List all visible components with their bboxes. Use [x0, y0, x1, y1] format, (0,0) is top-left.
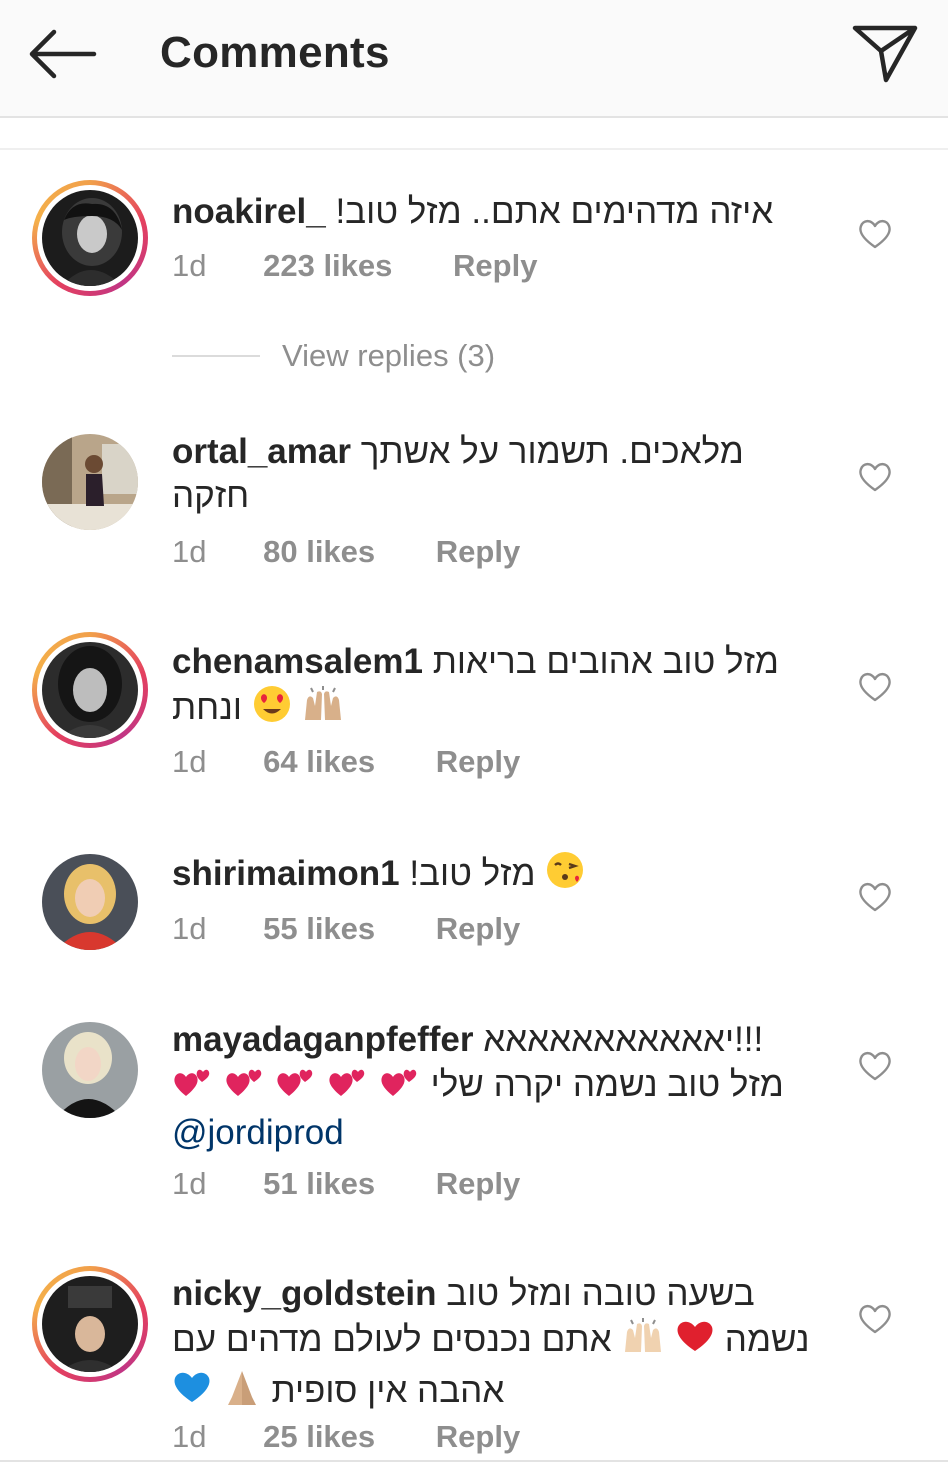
mention-link[interactable]: @jordiprod [172, 1113, 344, 1152]
comment-meta: 1d 51 likes Reply [172, 1166, 520, 1202]
comment-username[interactable]: mayadaganpfeffer [172, 1020, 473, 1059]
comment-time: 1d [172, 1166, 207, 1201]
blue-heart-emoji [172, 1369, 212, 1416]
bottom-divider [0, 1460, 948, 1462]
avatar[interactable] [32, 424, 148, 540]
back-button[interactable] [28, 22, 98, 86]
comment-body: mayadaganpfeffer יאאאאאאאאאאא!!! מזל טוב… [172, 1018, 822, 1155]
comment-body: shirimaimon1 מזל טוב! [172, 850, 822, 901]
comment-body: ortal_amar מלאכים. תשמור על אשתך חזקה [172, 430, 822, 518]
comment-time: 1d [172, 1419, 207, 1454]
comment-username[interactable]: noakirel_ [172, 192, 326, 231]
comment-text: נשמה [724, 1319, 810, 1359]
comment-text: איזה מדהימים אתם.. מזל טוב! [335, 192, 774, 231]
reply-button[interactable]: Reply [436, 744, 520, 780]
heart-icon[interactable] [858, 671, 892, 703]
avatar-image [42, 1022, 138, 1118]
comment-likes[interactable]: 80 likes [263, 534, 375, 570]
two-hearts-emoji [379, 1062, 421, 1111]
comment-text: מזל טוב נשמה יקרה שלי [430, 1064, 784, 1104]
paper-plane-icon [852, 25, 918, 83]
header-divider [0, 148, 948, 150]
kissing-heart-emoji [545, 850, 587, 901]
red-heart-emoji [675, 1318, 715, 1365]
comment-text: מזל טוב! [409, 853, 536, 893]
comment-text: בשעה טובה ומזל טוב [446, 1274, 755, 1313]
avatar-image [42, 642, 138, 738]
heart-icon[interactable] [858, 881, 892, 913]
view-replies-label[interactable]: View replies (3) [282, 338, 495, 374]
avatar[interactable] [32, 844, 148, 960]
comment-likes[interactable]: 51 likes [263, 1166, 375, 1202]
avatar-image [42, 1276, 138, 1372]
comment-text: יאאאאאאאאאאא!!! [483, 1020, 764, 1059]
share-button[interactable] [850, 20, 920, 86]
comment-body: noakirel_ איזה מדהימים אתם.. מזל טוב! [172, 190, 822, 234]
divider [172, 355, 260, 357]
reply-button[interactable]: Reply [436, 1166, 520, 1202]
comment-time: 1d [172, 534, 207, 569]
raising-hands-emoji [301, 684, 345, 735]
raising-hands-emoji [621, 1316, 665, 1367]
heart-icon[interactable] [858, 1050, 892, 1082]
comment-username[interactable]: chenamsalem1 [172, 642, 423, 681]
avatar-image [42, 434, 138, 530]
avatar[interactable] [32, 632, 148, 748]
avatar-image [42, 854, 138, 950]
reply-button[interactable]: Reply [436, 534, 520, 570]
comments-header: Comments [0, 0, 948, 118]
comment-body: chenamsalem1 מזל טוב אהובים בריאות ונחת [172, 640, 822, 735]
comment-meta: 1d 25 likes Reply [172, 1419, 520, 1455]
avatar[interactable] [32, 180, 148, 296]
reply-button[interactable]: Reply [436, 911, 520, 947]
reply-button[interactable]: Reply [436, 1419, 520, 1455]
reply-button[interactable]: Reply [453, 248, 537, 284]
comment-likes[interactable]: 25 likes [263, 1419, 375, 1455]
comment-likes[interactable]: 55 likes [263, 911, 375, 947]
comment-meta: 1d 223 likes Reply [172, 248, 537, 284]
arrow-left-icon [29, 29, 97, 79]
comment-time: 1d [172, 744, 207, 779]
comment-text: אתם נכנסים לעולם מדהים עם [172, 1319, 612, 1359]
two-hearts-emoji [275, 1062, 317, 1111]
comment-meta: 1d 80 likes Reply [172, 534, 520, 570]
comment-time: 1d [172, 248, 207, 283]
two-hearts-emoji [327, 1062, 369, 1111]
heart-icon[interactable] [858, 461, 892, 493]
two-hearts-emoji [172, 1062, 214, 1111]
comment-meta: 1d 55 likes Reply [172, 911, 520, 947]
avatar[interactable] [32, 1266, 148, 1382]
avatar-image [42, 190, 138, 286]
comment-likes[interactable]: 223 likes [263, 248, 392, 284]
folded-hands-emoji [222, 1367, 262, 1418]
heart-eyes-emoji [252, 684, 292, 735]
heart-icon[interactable] [858, 1303, 892, 1335]
comment-username[interactable]: ortal_amar [172, 432, 351, 471]
comment-body: nicky_goldstein בשעה טובה ומזל טוב נשמה … [172, 1272, 822, 1418]
comment-username[interactable]: shirimaimon1 [172, 854, 400, 893]
comment-meta: 1d 64 likes Reply [172, 744, 520, 780]
comment-likes[interactable]: 64 likes [263, 744, 375, 780]
comment-username[interactable]: nicky_goldstein [172, 1274, 437, 1313]
heart-icon[interactable] [858, 218, 892, 250]
two-hearts-emoji [224, 1062, 266, 1111]
comment-text: אהבה אין סופית [271, 1370, 505, 1410]
avatar[interactable] [32, 1012, 148, 1128]
comment-time: 1d [172, 911, 207, 946]
page-title: Comments [160, 28, 390, 77]
